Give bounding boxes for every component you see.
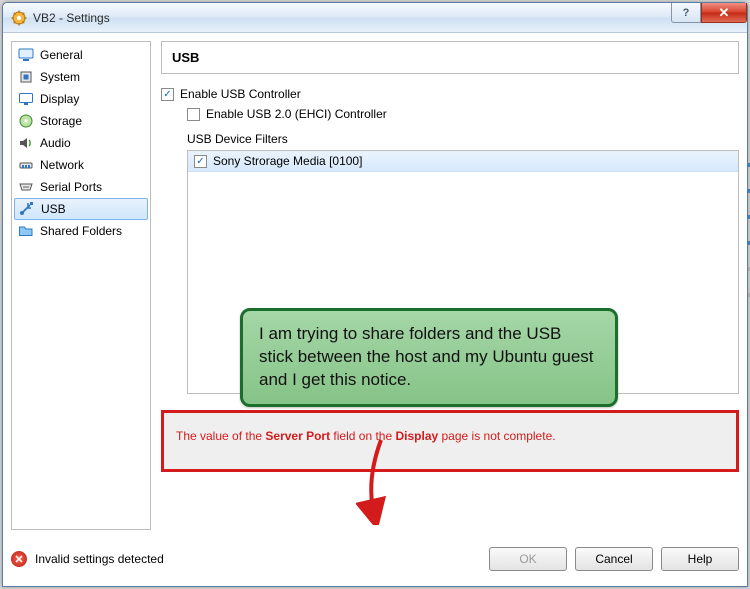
sidebar-item-general[interactable]: General bbox=[12, 44, 150, 66]
sidebar-item-audio[interactable]: Audio bbox=[12, 132, 150, 154]
edit-filter-icon[interactable] bbox=[744, 204, 750, 222]
enable-ehci-row[interactable]: Enable USB 2.0 (EHCI) Controller bbox=[187, 107, 739, 121]
annotation-text: I am trying to share folders and the USB… bbox=[259, 324, 594, 389]
sidebar-item-network[interactable]: Network bbox=[12, 154, 150, 176]
main-panel: USB Enable USB Controller Enable USB 2.0… bbox=[161, 41, 739, 530]
disk-icon bbox=[18, 113, 34, 129]
annotation-arrow-icon bbox=[356, 435, 396, 525]
status-text: Invalid settings detected bbox=[35, 552, 164, 566]
sidebar-item-label: System bbox=[40, 70, 80, 84]
sidebar-item-label: USB bbox=[41, 202, 66, 216]
move-filter-down-icon bbox=[744, 282, 750, 300]
sidebar-item-system[interactable]: System bbox=[12, 66, 150, 88]
app-gear-icon bbox=[11, 10, 27, 26]
folder-icon bbox=[18, 223, 34, 239]
sidebar-item-storage[interactable]: Storage bbox=[12, 110, 150, 132]
filters-group-label: USB Device Filters bbox=[187, 132, 739, 146]
usb-icon bbox=[19, 201, 35, 217]
usb-filters-list[interactable]: Sony Strorage Media [0100] I am trying t… bbox=[187, 150, 739, 394]
sidebar-item-serial-ports[interactable]: Serial Ports bbox=[12, 176, 150, 198]
annotation-callout: I am trying to share folders and the USB… bbox=[240, 308, 618, 407]
validation-error-box: The value of the Server Port field on th… bbox=[161, 410, 739, 472]
add-empty-filter-icon[interactable] bbox=[744, 152, 750, 170]
display-icon bbox=[18, 91, 34, 107]
add-from-device-filter-icon[interactable] bbox=[744, 178, 750, 196]
window-buttons: ? ✕ bbox=[671, 3, 747, 25]
enable-ehci-checkbox[interactable] bbox=[187, 108, 200, 121]
sidebar-item-label: Serial Ports bbox=[40, 180, 102, 194]
remove-filter-icon[interactable] bbox=[744, 230, 750, 248]
enable-usb-label: Enable USB Controller bbox=[180, 87, 301, 101]
enable-usb-checkbox[interactable] bbox=[161, 88, 174, 101]
dialog-footer: ✕ Invalid settings detected OK Cancel He… bbox=[11, 530, 739, 578]
cancel-button[interactable]: Cancel bbox=[575, 547, 653, 571]
speaker-icon bbox=[18, 135, 34, 151]
usb-filter-checkbox[interactable] bbox=[194, 155, 207, 168]
sidebar-item-label: Storage bbox=[40, 114, 82, 128]
sidebar-item-usb[interactable]: USB bbox=[14, 198, 148, 220]
usb-filter-label: Sony Strorage Media [0100] bbox=[213, 154, 362, 168]
error-status-icon: ✕ bbox=[11, 551, 27, 567]
usb-filter-toolbar bbox=[744, 150, 750, 300]
monitor-icon bbox=[18, 47, 34, 63]
titlebar[interactable]: VB2 - Settings ? ✕ bbox=[3, 3, 747, 33]
usb-filter-item[interactable]: Sony Strorage Media [0100] bbox=[188, 151, 738, 172]
sidebar-item-label: Network bbox=[40, 158, 84, 172]
sidebar-item-label: Shared Folders bbox=[40, 224, 122, 238]
chip-icon bbox=[18, 69, 34, 85]
sidebar-item-label: Audio bbox=[40, 136, 71, 150]
sidebar-item-label: Display bbox=[40, 92, 79, 106]
sidebar-item-label: General bbox=[40, 48, 83, 62]
sidebar-item-shared-folders[interactable]: Shared Folders bbox=[12, 220, 150, 242]
page-heading: USB bbox=[161, 41, 739, 74]
category-sidebar: General System Display Storage Audio bbox=[11, 41, 151, 530]
enable-ehci-label: Enable USB 2.0 (EHCI) Controller bbox=[206, 107, 387, 121]
enable-usb-row[interactable]: Enable USB Controller bbox=[161, 87, 739, 101]
sidebar-item-display[interactable]: Display bbox=[12, 88, 150, 110]
client-area: General System Display Storage Audio bbox=[11, 41, 739, 578]
help-window-button[interactable]: ? bbox=[671, 3, 701, 23]
ok-button[interactable]: OK bbox=[489, 547, 567, 571]
settings-window: VB2 - Settings ? ✕ General System Displa… bbox=[2, 2, 748, 587]
help-button[interactable]: Help bbox=[661, 547, 739, 571]
close-window-button[interactable]: ✕ bbox=[701, 3, 747, 23]
serial-icon bbox=[18, 179, 34, 195]
move-filter-up-icon bbox=[744, 256, 750, 274]
network-icon bbox=[18, 157, 34, 173]
window-title: VB2 - Settings bbox=[33, 11, 671, 25]
